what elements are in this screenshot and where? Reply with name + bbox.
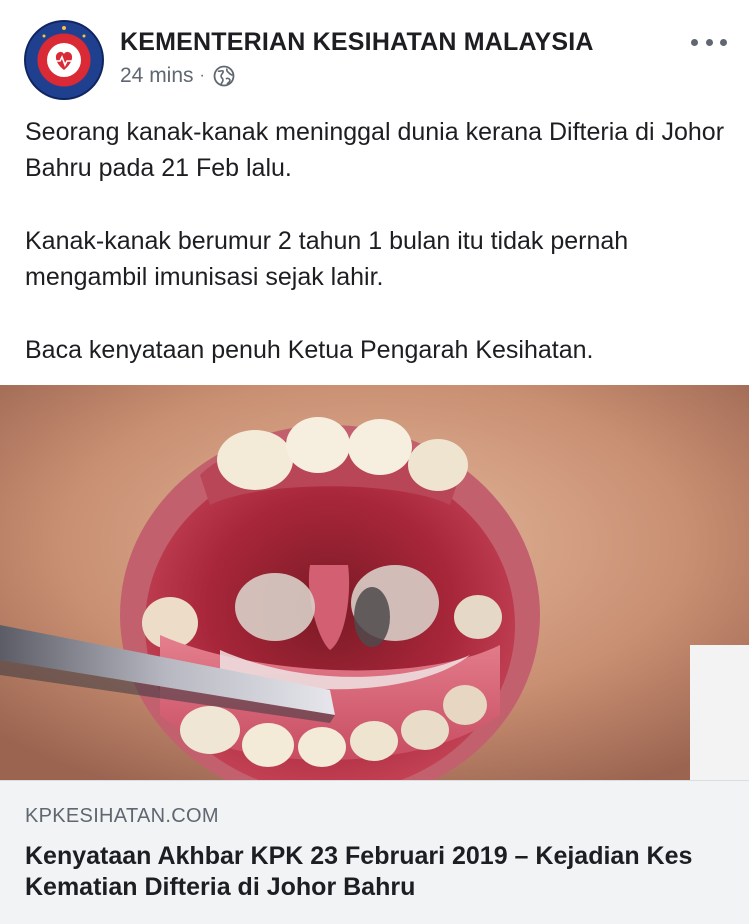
globe-icon: [213, 65, 235, 87]
post-timestamp[interactable]: 24 mins: [120, 64, 194, 88]
post-paragraph: Seorang kanak-kanak meninggal dunia kera…: [25, 118, 725, 182]
meta-separator: ·: [199, 67, 205, 84]
post-meta: 24 mins ·: [120, 64, 235, 88]
link-preview-footer[interactable]: KPKESIHATAN.COM Kenyataan Akhbar KPK 23 …: [0, 780, 749, 924]
post-paragraph: Baca kenyataan penuh Ketua Pengarah Kesi…: [25, 336, 594, 364]
link-title[interactable]: Kenyataan Akhbar KPK 23 Februari 2019 – …: [25, 841, 725, 903]
ministry-logo-icon: [24, 20, 104, 100]
more-options-icon[interactable]: [691, 30, 727, 54]
link-preview-image[interactable]: [0, 385, 749, 780]
page-avatar[interactable]: [24, 20, 104, 100]
link-preview-card[interactable]: KPKESIHATAN.COM Kenyataan Akhbar KPK 23 …: [0, 385, 749, 924]
page-name[interactable]: KEMENTERIAN KESIHATAN MALAYSIA: [120, 28, 594, 57]
open-mouth-photo: [0, 385, 749, 780]
link-domain: KPKESIHATAN.COM: [25, 805, 219, 827]
post-paragraph: Kanak-kanak berumur 2 tahun 1 bulan itu …: [25, 227, 629, 291]
post-header: KEMENTERIAN KESIHATAN MALAYSIA 24 mins ·: [0, 0, 749, 108]
post-text: Seorang kanak-kanak meninggal dunia kera…: [25, 114, 725, 405]
